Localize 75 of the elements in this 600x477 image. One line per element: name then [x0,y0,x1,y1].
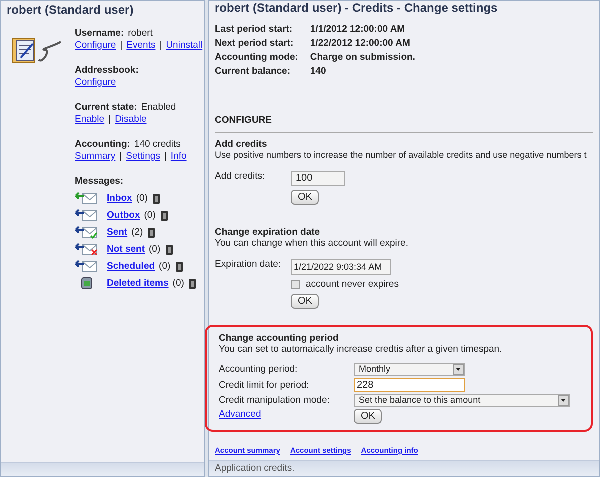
envelope-icon [75,259,99,273]
envelope-icon [75,242,99,256]
message-count: (0) [172,278,184,288]
status-bar: Application credits. [209,460,599,476]
detail-value: 1/22/2012 12:00:00 AM [310,38,412,49]
field-value: Enabled [141,102,176,114]
message-count: (0) [159,260,171,272]
credit-limit-input[interactable]: 228 [354,378,465,392]
link[interactable]: Deleted items [107,278,169,288]
link[interactable]: Inbox [107,192,132,204]
envelope-icon [75,191,99,205]
message-count: (0) [144,210,156,220]
link[interactable]: Enable [75,114,105,126]
field-label: Username: [75,28,124,40]
section-title: Add credits [215,139,268,150]
field-label: Add credits: [215,171,266,184]
panel-title: robert (Standard user) [6,2,135,19]
link[interactable]: Configure [75,40,116,52]
section-title: Change expiration date [215,227,322,238]
field-label: Addressbook: [75,65,139,77]
link[interactable]: Disable [115,114,147,126]
separator: | [120,40,123,52]
checkbox[interactable] [291,280,300,289]
section-description: You can set to automaically increase credtis after a given timespan. [219,344,504,355]
field-label: Current state: [75,102,138,114]
field-value: robert [128,28,153,40]
detail-label: Current balance: [215,66,292,77]
link[interactable]: Settings [126,151,160,163]
separator: | [120,151,122,163]
field-label: Accounting period: [219,364,299,375]
separator: | [164,151,167,163]
detail-label: Last period start: [215,24,294,35]
expiration-date-input[interactable]: 1/21/2022 9:03:34 AM [291,259,391,275]
link[interactable]: Outbox [107,210,140,220]
envelope-icon [75,208,99,222]
credit-mode-select[interactable]: Set the balance to this amount [354,394,570,407]
message-count: (0) [136,192,148,204]
separator: | [160,40,162,52]
link[interactable]: Uninstall [166,40,203,52]
field-label: Expiration date: [215,259,282,272]
section-description: You can change when this account will expire. [215,238,410,249]
envelope-icon [75,225,99,239]
detail-label: Next period start: [215,38,295,49]
checkbox-label: account never expires [306,279,399,290]
detail-value: 1/1/2012 12:00:00 AM [310,24,406,35]
detail-label: Accounting mode: [215,52,298,63]
detail-value: 140 [310,66,328,77]
message-count: (2) [132,226,144,238]
dropdown-caret-icon [558,395,569,406]
link[interactable]: Scheduled [107,260,156,272]
message-count: (0) [149,244,161,254]
detail-value: Charge on submission. [310,52,416,63]
ok-button[interactable]: OK [291,190,320,205]
field-label: Accounting: [75,139,130,151]
add-credits-input[interactable]: 100 [291,171,345,186]
link[interactable]: Summary [75,151,116,163]
dropdown-caret-icon [453,364,464,375]
field-label: Credit manipulation mode: [219,395,331,406]
messages-label: Messages: [75,176,125,187]
field-label: Credit limit for period: [219,380,310,390]
accounting-period-select[interactable]: Monthly [354,363,465,376]
section-heading: CONFIGURE [215,115,593,133]
link[interactable]: Events [126,40,156,52]
ok-button[interactable]: OK [291,294,320,309]
link[interactable]: Info [170,151,187,163]
link[interactable]: Sent [107,226,128,238]
field-value: 140 credits [134,139,181,151]
link[interactable]: Not sent [107,244,145,254]
section-title: Change accounting period [219,333,340,344]
link[interactable]: Configure [75,77,116,89]
panel-title: robert (Standard user) - Credits - Change settings [214,1,499,17]
link[interactable]: Advanced [219,409,354,420]
ok-button[interactable]: OK [354,409,382,424]
separator: | [108,114,112,126]
section-description: Use positive numbers to increase the number of available credits and use negative numbers t [215,150,588,161]
